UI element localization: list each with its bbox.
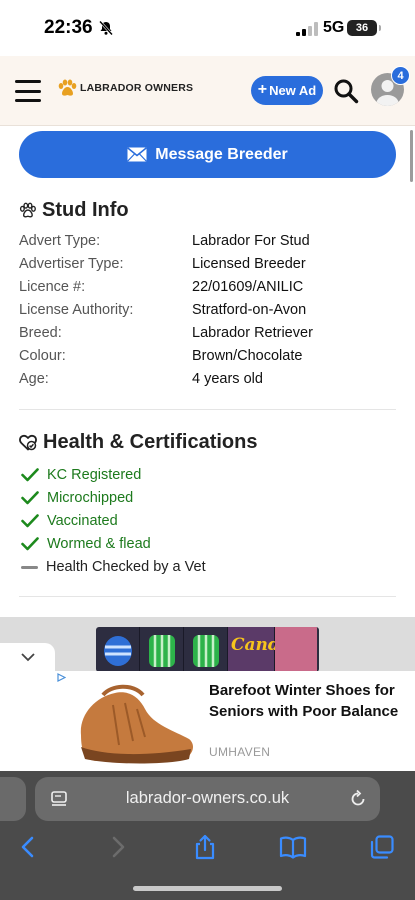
- network-type: 5G: [323, 19, 345, 36]
- envelope-icon: [127, 147, 147, 162]
- logo-text: LABRADOR OWNERS: [80, 82, 194, 94]
- info-label: Advertiser Type:: [19, 256, 124, 272]
- health-item-label: Health Checked by a Vet: [46, 559, 206, 575]
- info-row: Colour: Brown/Chocolate: [19, 348, 399, 370]
- info-row: Breed: Labrador Retriever: [19, 325, 399, 347]
- ad-title[interactable]: Barefoot Winter Shoes for Seniors with P…: [209, 680, 404, 722]
- previous-tab-preview[interactable]: [0, 777, 26, 821]
- health-item-label: Vaccinated: [47, 513, 118, 529]
- info-value: 22/01609/ANILIC: [192, 279, 304, 295]
- info-value: Labrador For Stud: [192, 233, 310, 249]
- info-row: Advert Type: Labrador For Stud: [19, 233, 399, 255]
- check-icon: [21, 514, 39, 528]
- reload-icon[interactable]: [348, 789, 368, 809]
- info-label: Colour:: [19, 348, 66, 364]
- health-item-label: KC Registered: [47, 467, 142, 483]
- info-row: License Authority: Stratford-on-Avon: [19, 302, 399, 324]
- check-icon: [21, 468, 39, 482]
- info-value: Stratford-on-Avon: [192, 302, 307, 318]
- ad-banner[interactable]: Barefoot Winter Shoes for Seniors with P…: [0, 671, 415, 771]
- info-value: Licensed Breeder: [192, 256, 306, 272]
- stud-info-title: Stud Info: [42, 199, 129, 221]
- battery-indicator: 36: [347, 20, 381, 36]
- message-breeder-button[interactable]: Message Breeder: [19, 131, 396, 178]
- heart-check-icon: [19, 434, 37, 451]
- plus-icon: +: [257, 81, 268, 98]
- new-ad-button[interactable]: + New Ad: [251, 76, 323, 105]
- site-header: LABRADOR OWNERS + New Ad 4: [0, 56, 415, 126]
- candy-tile: [275, 627, 317, 672]
- health-item: Microchipped: [21, 487, 133, 509]
- health-title: Health & Certifications: [43, 431, 258, 453]
- info-value: 4 years old: [192, 371, 263, 387]
- back-icon[interactable]: [14, 833, 42, 861]
- info-label: License Authority:: [19, 302, 134, 318]
- search-icon[interactable]: [333, 78, 359, 104]
- shoe-image: [80, 684, 193, 764]
- health-item-label: Wormed & flead: [47, 536, 151, 552]
- info-row: Age: 4 years old: [19, 371, 399, 393]
- game-ad[interactable]: Candy: [96, 627, 319, 672]
- section-divider: [19, 596, 396, 597]
- info-label: Age:: [19, 371, 49, 387]
- share-icon[interactable]: [191, 833, 219, 861]
- candy-logo-tile: Candy: [228, 627, 290, 672]
- health-item: Vaccinated: [21, 510, 118, 532]
- health-item-label: Microchipped: [47, 490, 134, 506]
- candy-tile: [184, 627, 228, 672]
- ad-brand: UMHAVEN: [209, 745, 271, 759]
- dash-icon: [21, 565, 38, 569]
- paw-icon: [19, 202, 36, 218]
- message-breeder-label: Message Breeder: [155, 145, 288, 163]
- collapse-ad-button[interactable]: [0, 643, 55, 671]
- health-heading: Health & Certifications: [19, 431, 257, 454]
- menu-icon[interactable]: [15, 80, 41, 102]
- notification-badge: 4: [391, 66, 410, 85]
- browser-bar: labrador-owners.co.uk: [0, 771, 415, 900]
- page-scrollbar[interactable]: [410, 130, 413, 182]
- chevron-down-icon: [20, 653, 35, 662]
- forward-icon[interactable]: [104, 833, 132, 861]
- url-text: labrador-owners.co.uk: [125, 789, 290, 807]
- ad-area: Candy Barefoot Winter Shoes for Seniors …: [0, 617, 415, 771]
- site-logo[interactable]: LABRADOR OWNERS: [57, 79, 193, 97]
- stud-info-heading: Stud Info: [19, 199, 129, 222]
- health-item: Wormed & flead: [21, 533, 151, 555]
- check-icon: [21, 537, 39, 551]
- info-label: Breed:: [19, 325, 62, 341]
- ad-choices-icon[interactable]: [57, 673, 66, 682]
- info-row: Advertiser Type: Licensed Breeder: [19, 256, 399, 278]
- home-indicator[interactable]: [133, 886, 282, 891]
- section-divider: [19, 409, 396, 410]
- info-label: Advert Type:: [19, 233, 101, 249]
- status-bar: 22:36 5G 36: [0, 0, 415, 56]
- candy-tile: [140, 627, 184, 672]
- address-bar[interactable]: labrador-owners.co.uk: [35, 777, 380, 821]
- check-icon: [21, 491, 39, 505]
- info-row: Licence #: 22/01609/ANILIC: [19, 279, 399, 301]
- health-item: Health Checked by a Vet: [21, 556, 206, 578]
- info-value: Labrador Retriever: [192, 325, 313, 341]
- status-time: 22:36: [44, 17, 93, 38]
- tabs-icon[interactable]: [368, 833, 396, 861]
- bell-off-icon: [99, 20, 113, 36]
- health-item: KC Registered: [21, 464, 141, 486]
- candy-tile: [96, 627, 140, 672]
- info-label: Licence #:: [19, 279, 86, 295]
- new-ad-label: New Ad: [269, 83, 317, 98]
- bookmarks-icon[interactable]: [279, 833, 307, 861]
- info-value: Brown/Chocolate: [192, 348, 303, 364]
- signal-icon: [296, 22, 318, 36]
- paw-icon: [58, 79, 77, 96]
